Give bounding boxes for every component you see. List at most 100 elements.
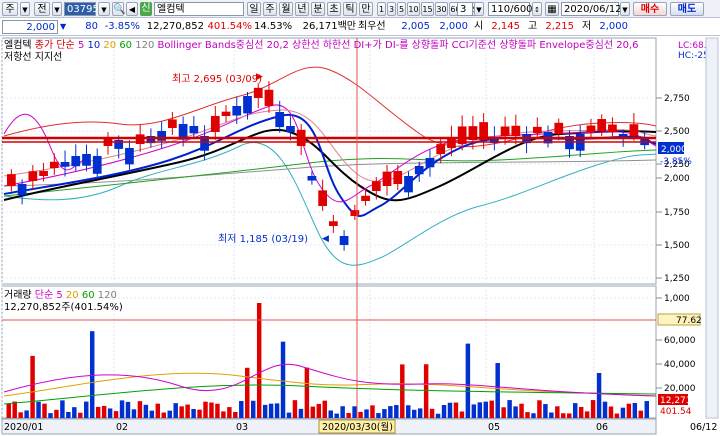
mode-dropdown-arrow[interactable]: ▼ [52, 2, 62, 16]
volume-bar [447, 402, 453, 418]
page-stepper[interactable]: ↕ [532, 2, 542, 16]
open-label: 시 [474, 20, 486, 34]
period-button-6[interactable]: 만 [359, 2, 373, 16]
stock-name-field[interactable]: 엘컴텍 [154, 2, 244, 16]
candle-body [404, 176, 413, 193]
stock-code-input[interactable]: 037950 [64, 2, 105, 16]
interval-button-5[interactable]: 30 [435, 2, 448, 16]
interval-button-1[interactable]: 3 [387, 2, 396, 16]
volume-bar [60, 400, 65, 418]
candle-body [318, 190, 327, 206]
volume-bar [382, 409, 387, 418]
calendar-icon[interactable]: ▦ [545, 2, 559, 16]
volume-bar [250, 400, 256, 418]
best-bid: 2,000 [432, 20, 468, 34]
volume-legend-item-3[interactable]: 20 [66, 290, 82, 301]
volume-bar [525, 412, 530, 418]
volume-bar [614, 413, 620, 418]
price-legend-item-10[interactable]: DI+가 DI-를 상향돌파 [354, 39, 452, 51]
candle-body [500, 126, 510, 136]
price-legend-item-4[interactable]: 20 [103, 40, 119, 51]
volume-bar [84, 401, 89, 418]
volume-bar [54, 409, 59, 418]
price-legend-item-12[interactable]: Envelope중심선 20,6 [539, 39, 638, 51]
buy-button[interactable]: 매수 [633, 2, 667, 16]
period-button-2[interactable]: 년 [295, 2, 309, 16]
period-button-4[interactable]: 초 [327, 2, 341, 16]
period-button-5[interactable]: 틱 [343, 2, 357, 16]
volume-bar [89, 331, 95, 418]
interval-button-2[interactable]: 5 [397, 2, 406, 16]
high-arrow-icon: ▶ [256, 72, 263, 82]
vertical-scrollbar[interactable] [705, 37, 719, 419]
type-dropdown[interactable]: 주 [2, 2, 18, 16]
price-tick-label-0: 2,750 [664, 94, 690, 104]
volume-rate-text: 401.54% [207, 21, 253, 32]
interval-button-4[interactable]: 15 [421, 2, 434, 16]
period-day[interactable]: 일 [247, 2, 261, 16]
volume-legend-item-1[interactable]: 단순 [35, 289, 57, 301]
interval-button-3[interactable]: 10 [407, 2, 420, 16]
volume-bar [95, 406, 101, 418]
high-value: 2,215 [540, 20, 574, 34]
date-input[interactable]: 2020/06/12 [561, 2, 622, 16]
sell-label: 매도 [677, 4, 697, 15]
type-dropdown-arrow[interactable]: ▼ [20, 2, 30, 16]
volume-bar [400, 364, 405, 418]
count-input[interactable]: 3 [457, 2, 473, 16]
page-count-field[interactable]: 110/600 [488, 2, 533, 16]
mode-dropdown[interactable]: 전 [34, 2, 50, 16]
volume-legend-item-0[interactable]: 거래량 [4, 289, 35, 301]
price-tick-label-1: 2,500 [664, 127, 690, 137]
code-dropdown-arrow[interactable]: ▼ [98, 2, 110, 16]
price-legend-item-6[interactable]: 120 [135, 40, 157, 51]
volume-bar [328, 410, 333, 418]
price-legend-item-7[interactable]: Bollinger Bands중심선 20,2 [157, 39, 292, 51]
price-legend-item-5[interactable]: 60 [119, 40, 135, 51]
search-icon[interactable]: 🔍 [112, 2, 125, 16]
period-button-3[interactable]: 분 [311, 2, 325, 16]
price-legend-item-1[interactable]: 종가 단순 [35, 39, 78, 51]
volume-bar [113, 411, 119, 418]
prev-stock-icon[interactable]: ◀ [126, 2, 138, 16]
volume-legend-item-5[interactable]: 120 [98, 290, 117, 301]
current-price: 2,000 [2, 20, 58, 34]
candle-body [125, 148, 134, 165]
candle-body [28, 171, 38, 181]
candle-body [511, 125, 521, 136]
cursor-date-label: 2020/03/30(월) [322, 421, 393, 433]
count-dropdown-arrow[interactable]: ▼ [474, 2, 484, 16]
price-legend-item-0[interactable]: 엘컴텍 [4, 38, 35, 51]
volume-value-line: 12,270,852주(401.54%) [4, 302, 123, 313]
volume-bar [429, 408, 435, 418]
sell-button[interactable]: 매도 [670, 2, 704, 16]
volume-bar [501, 407, 506, 418]
period-button-1[interactable]: 월 [279, 2, 293, 16]
turnover-rate-text: 14.53% [254, 21, 293, 32]
volume-bar [370, 405, 375, 418]
price-legend-item-11[interactable]: CCI기준선 상향돌파 [452, 39, 540, 51]
price-legend-item-9[interactable]: 하한선 [323, 38, 354, 51]
volume-tick-label-1: 60,000 [664, 336, 696, 346]
interval-button-0[interactable]: 1 [377, 2, 386, 16]
candle-body [39, 170, 48, 176]
price-legend-item-3[interactable]: 10 [88, 40, 104, 51]
volume-bar [30, 355, 35, 418]
volume-legend-item-4[interactable]: 60 [82, 290, 98, 301]
candle-body [361, 195, 370, 201]
volume-bar [101, 405, 107, 418]
candle-body [586, 125, 596, 132]
stock-chart[interactable]: 엘컴텍 종가 단순 5 10 20 60 120 Bollinger Bands… [0, 36, 720, 436]
volume-bar [531, 413, 536, 418]
page-count-text: 110/600 [491, 4, 533, 15]
date-dropdown-arrow[interactable]: ▼ [620, 2, 630, 16]
volume-legend-item-2[interactable]: 5 [56, 290, 66, 301]
current-price-text: 2,000 [26, 22, 55, 33]
price-legend-item-2[interactable]: 5 [78, 40, 88, 51]
period-button-0[interactable]: 주 [263, 2, 277, 16]
price-legend-item-8[interactable]: 상한선 [292, 39, 323, 51]
volume-bar [632, 403, 638, 418]
buy-label: 매수 [640, 4, 660, 15]
open-label-text: 시 [474, 21, 484, 32]
volume-value-text: 12,270,852 [146, 21, 204, 32]
